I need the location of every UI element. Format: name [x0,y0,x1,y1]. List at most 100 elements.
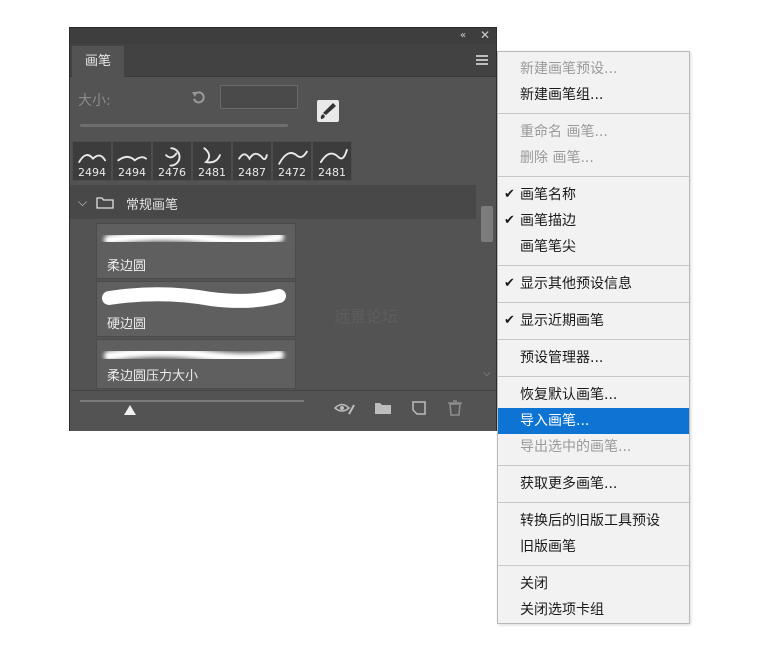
menu-item[interactable]: ✔ 画笔名称 [498,182,689,208]
new-group-folder-icon[interactable] [372,399,394,417]
menu-item[interactable]: ✔ 显示近期画笔 [498,308,689,334]
menu-separator [498,565,689,566]
folder-icon [96,197,114,209]
menu-separator [498,465,689,466]
recent-brushes: 2494 2494 2476 2481 2487 2472 2481 [70,141,352,181]
new-brush-icon[interactable] [408,399,430,417]
recent-brush-tip[interactable]: 2494 [72,141,112,181]
menu-item[interactable]: 关闭选项卡组 [498,597,689,623]
brush-list: ⌵ 常规画笔 柔边圆 硬边圆 柔边圆压力大小 [70,185,478,389]
brush-size-number: 2481 [318,166,346,179]
menu-item[interactable]: ✔ 显示其他预设信息 [498,271,689,297]
reset-size-icon[interactable] [191,89,207,105]
menu-item: 新建画笔预设... [498,56,689,82]
menu-item-label: 新建画笔预设... [520,61,618,77]
close-icon[interactable]: ✕ [480,28,490,42]
tab-row [70,44,496,77]
menu-item[interactable]: 导入画笔... [498,408,689,434]
menu-item-label: 删除 画笔... [520,150,594,166]
brush-stroke-preview [102,287,286,308]
recent-brush-tip[interactable]: 2476 [152,141,192,181]
menu-item: 重命名 画笔... [498,119,689,145]
menu-item-label: 恢复默认画笔... [520,387,618,403]
collapse-icon[interactable]: « [460,29,466,43]
panel-menu-icon[interactable] [476,55,488,67]
brush-name: 柔边圆 [107,259,147,274]
menu-separator [498,302,689,303]
menu-item-label: 显示近期画笔 [520,313,604,329]
brush-name: 硬边圆 [107,317,147,332]
brush-settings-button[interactable] [317,100,339,122]
menu-item[interactable]: 新建画笔组... [498,82,689,108]
panel-bottom-bar [70,390,496,431]
size-label: 大小: [78,93,111,109]
recent-brush-tip[interactable]: 2472 [272,141,312,181]
menu-item-label: 关闭选项卡组 [520,602,604,618]
size-input[interactable] [220,85,298,109]
recent-brush-tip[interactable]: 2487 [232,141,272,181]
tab-brushes[interactable]: 画笔 [72,46,124,77]
menu-item[interactable]: 恢复默认画笔... [498,382,689,408]
menu-separator [498,339,689,340]
eye-brush-icon[interactable] [334,399,356,417]
brush-size-number: 2487 [238,166,266,179]
group-label: 常规画笔 [126,198,179,213]
menu-item-label: 画笔描边 [520,213,576,229]
menu-item-label: 旧版画笔 [520,539,576,555]
chevron-down-icon[interactable]: ⌵ [78,195,87,210]
brush-item[interactable]: 硬边圆 [96,281,296,337]
brush-item[interactable]: 柔边圆 [96,223,296,279]
recent-brush-tip[interactable]: 2481 [192,141,232,181]
brush-name: 柔边圆压力大小 [107,369,199,384]
menu-item-label: 新建画笔组... [520,87,604,103]
menu-item[interactable]: 获取更多画笔... [498,471,689,497]
menu-item-label: 画笔笔尖 [520,239,576,255]
menu-separator [498,376,689,377]
brush-item[interactable]: 柔边圆压力大小 [96,339,296,389]
preview-size-thumb[interactable] [124,405,136,415]
preview-size-slider[interactable] [80,400,304,402]
menu-separator [498,176,689,177]
menu-item[interactable]: 转换后的旧版工具预设 [498,508,689,534]
panel-flyout-menu: 新建画笔预设... 新建画笔组... 重命名 画笔... 删除 画笔... ✔ 画笔名称 ✔… [497,51,690,624]
brush-size-number: 2494 [118,166,146,179]
svg-text:远景论坛: 远景论坛 [334,307,398,326]
menu-item: 删除 画笔... [498,145,689,171]
checkmark-icon: ✔ [504,187,515,202]
size-slider[interactable] [80,124,288,127]
checkmark-icon: ✔ [504,313,515,328]
panel-titlebar[interactable]: « ✕ [70,28,496,44]
checkmark-icon: ✔ [504,213,515,228]
menu-item-label: 画笔名称 [520,187,576,203]
menu-item-label: 获取更多画笔... [520,476,618,492]
brush-size-number: 2476 [158,166,186,179]
menu-item-label: 转换后的旧版工具预设 [520,513,660,529]
menu-item-label: 导入画笔... [520,413,590,429]
trash-icon[interactable] [444,399,466,417]
menu-separator [498,502,689,503]
checkmark-icon: ✔ [504,276,515,291]
scroll-down-icon[interactable]: ⌵ [483,368,491,379]
menu-item: 导出选中的画笔... [498,434,689,460]
brush-stroke-preview [104,230,284,247]
menu-item[interactable]: 预设管理器... [498,345,689,371]
menu-item[interactable]: 画笔笔尖 [498,234,689,260]
menu-item-label: 关闭 [520,576,548,592]
recent-brush-tip[interactable]: 2494 [112,141,152,181]
menu-item-label: 重命名 画笔... [520,124,608,140]
brush-size-number: 2481 [198,166,226,179]
brush-size-number: 2472 [278,166,306,179]
brush-icon [320,103,336,119]
menu-item-label: 预设管理器... [520,350,604,366]
recent-brush-tip[interactable]: 2481 [312,141,352,181]
brush-size-number: 2494 [78,166,106,179]
menu-item[interactable]: 关闭 [498,571,689,597]
scrollbar-thumb[interactable] [481,206,493,242]
watermark: 远景论坛 [334,304,444,332]
menu-separator [498,265,689,266]
menu-item[interactable]: ✔ 画笔描边 [498,208,689,234]
brush-group-header[interactable]: ⌵ 常规画笔 [70,185,476,219]
menu-item[interactable]: 旧版画笔 [498,534,689,560]
menu-item-label: 导出选中的画笔... [520,439,632,455]
menu-separator [498,113,689,114]
